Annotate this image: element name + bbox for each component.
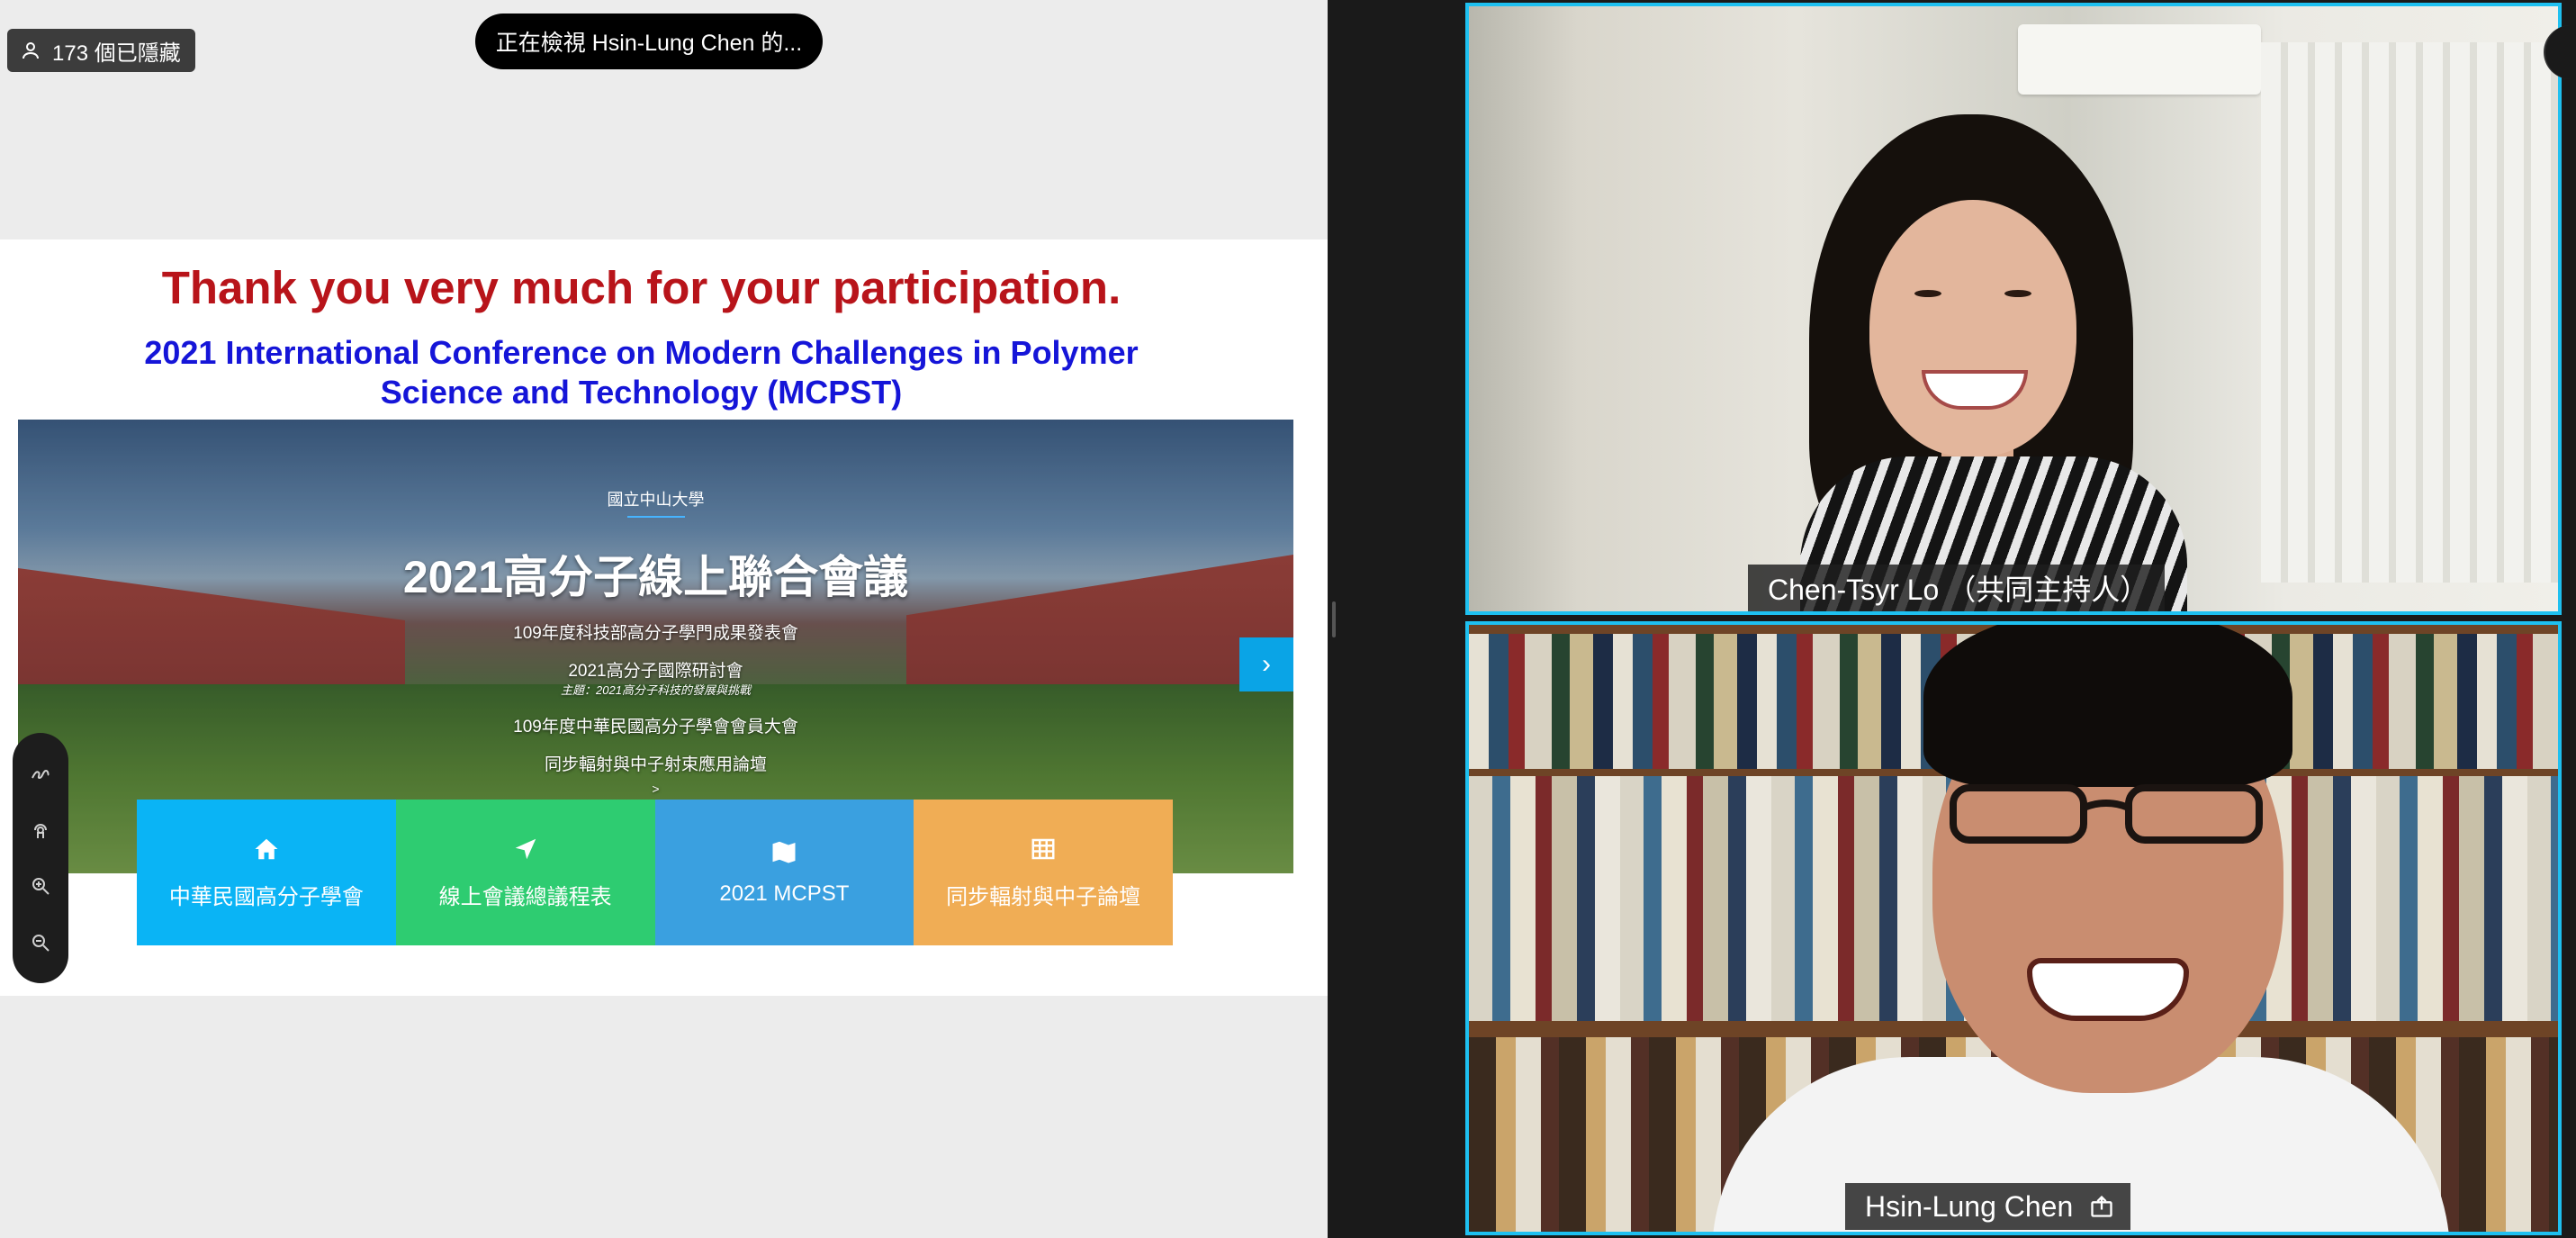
annotation-toolbar — [13, 733, 68, 983]
chevron-right-icon: › — [1262, 649, 1271, 679]
participant-face — [1869, 200, 2076, 456]
video-tile-chen-tsyr-lo[interactable]: Chen-Tsyr Lo （共同主持人） — [1465, 3, 2562, 615]
video-tile-hsin-lung-chen[interactable]: Hsin-Lung Chen — [1465, 621, 2562, 1235]
remote-control-button[interactable] — [23, 812, 59, 848]
conference-heading: 2021高分子線上聯合會議 — [402, 552, 909, 602]
hidden-participants-badge[interactable]: 173 個已隱藏 — [7, 29, 195, 72]
share-screen-icon — [2091, 1195, 2112, 1217]
event-line: 同步輻射與中子射束應用論壇 — [544, 755, 767, 774]
map-icon — [772, 841, 796, 863]
zoom-out-icon — [32, 934, 50, 952]
society-button-label: 中華民國高分子學會 — [168, 884, 364, 909]
location-arrow-icon — [515, 838, 536, 859]
event-line: 2021高分子國際研討會 — [568, 662, 743, 681]
mcpst-button[interactable]: 2021 MCPST — [654, 800, 914, 945]
person-icon — [23, 42, 39, 59]
synchrotron-forum-button-label: 同步輻射與中子論壇 — [946, 884, 1141, 909]
shared-screen: 173 個已隱藏 正在檢視 Hsin-Lung Chen 的... Thank … — [0, 0, 1328, 1238]
event-line: 109年度科技部高分子學門成果發表會 — [513, 624, 798, 643]
university-name: 國立中山大學 — [607, 491, 705, 509]
touch-icon — [34, 823, 47, 838]
home-icon — [255, 838, 278, 859]
event-theme-line: 主題：2021高分子科技的發展與挑戰 — [561, 683, 751, 697]
viewing-screen-banner[interactable]: 正在檢視 Hsin-Lung Chen 的... — [475, 14, 823, 69]
agenda-button-label: 線上會議總議程表 — [438, 884, 612, 909]
slide-title: Thank you very much for your participati… — [161, 262, 1121, 313]
split-view-handle[interactable] — [1332, 601, 1336, 637]
agenda-button[interactable]: 線上會議總議程表 — [395, 800, 655, 945]
draw-button[interactable] — [23, 755, 59, 791]
mcpst-button-label: 2021 MCPST — [719, 881, 850, 906]
zoom-in-icon — [32, 878, 50, 895]
participant-name: Hsin-Lung Chen — [1865, 1189, 2074, 1223]
society-button[interactable]: 中華民國高分子學會 — [137, 800, 396, 945]
participant-name: Chen-Tsyr Lo （共同主持人） — [1768, 574, 2149, 606]
synchrotron-forum-button[interactable]: 同步輻射與中子論壇 — [914, 800, 1173, 945]
zoom-out-button[interactable] — [23, 925, 59, 961]
curtain — [2261, 42, 2558, 583]
zoom-in-button[interactable] — [23, 868, 59, 904]
draw-icon — [32, 770, 50, 780]
slide-subtitle: 2021 International Conference on Modern … — [144, 334, 1139, 411]
viewing-screen-label: 正在檢視 Hsin-Lung Chen 的... — [495, 31, 803, 56]
hidden-participants-label: 173 個已隱藏 — [52, 41, 181, 66]
event-line: 109年度中華民國高分子學會會員大會 — [513, 718, 798, 736]
more-arrow: > — [652, 782, 660, 796]
website-nav-buttons: 中華民國高分子學會 線上會議總議程表 2021 MCPST 同步輻射與中子論壇 — [137, 800, 1173, 945]
participant-hair — [1923, 625, 2292, 787]
participant-nameplate: Chen-Tsyr Lo （共同主持人） — [1748, 565, 2166, 611]
participant-glasses — [1950, 784, 2263, 844]
participant-nameplate: Hsin-Lung Chen — [1845, 1183, 2131, 1230]
table-icon — [1031, 838, 1055, 859]
air-conditioner — [2018, 24, 2261, 95]
participant-mouth — [2027, 958, 2189, 1021]
university-underline — [627, 516, 685, 518]
carousel-next-button[interactable]: › — [1239, 637, 1293, 691]
